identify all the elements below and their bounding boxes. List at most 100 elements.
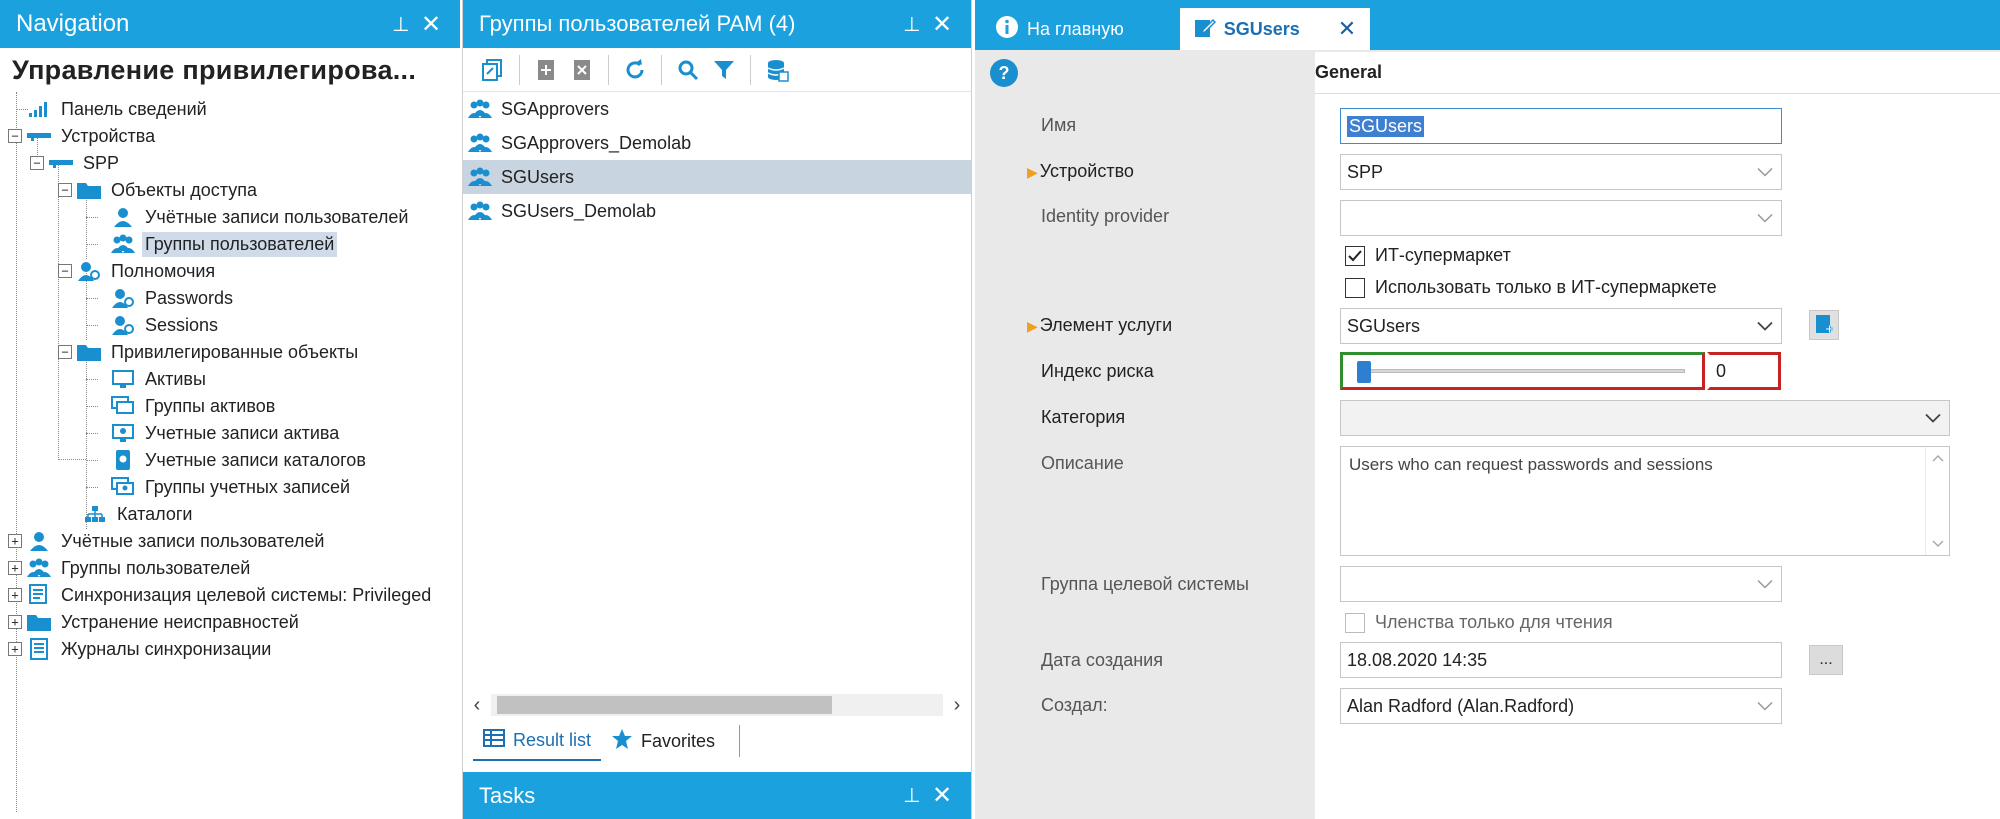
expand-icon[interactable]: +	[8, 534, 22, 548]
label-service-item-text: Элемент услуги	[1039, 315, 1173, 335]
collapse-icon[interactable]: −	[8, 129, 22, 143]
device-value: SPP	[1347, 161, 1384, 182]
add-icon[interactable]	[530, 54, 562, 86]
vertical-scrollbar[interactable]	[1925, 447, 1949, 555]
label-created-by: Создал:	[1041, 695, 1108, 715]
target-group-select[interactable]	[1340, 566, 1782, 602]
scroll-thumb[interactable]	[497, 696, 832, 714]
checkbox-readonly-membership[interactable]: Членства только для чтения	[1345, 612, 1613, 633]
created-by-value: Alan Radford (Alan.Radford)	[1347, 695, 1575, 716]
help-icon[interactable]: ?	[989, 58, 1019, 93]
list-item[interactable]: SGUsers_Demolab	[463, 194, 971, 228]
checkbox-only-it-shop[interactable]: Использовать только в ИТ-супермаркете	[1345, 277, 1717, 298]
chevron-down-icon[interactable]	[1757, 574, 1773, 595]
horizontal-scrollbar[interactable]: ‹ ›	[463, 690, 971, 720]
close-tab-icon[interactable]: ✕	[1338, 16, 1356, 42]
grid-icon	[483, 728, 505, 752]
list-item[interactable]: SGApprovers_Demolab	[463, 126, 971, 160]
svg-text:?: ?	[999, 63, 1010, 83]
folder-icon	[26, 611, 52, 633]
label-service-item: ▶ Элемент услуги	[1027, 315, 1172, 336]
open-icon[interactable]	[477, 54, 509, 86]
tab-home[interactable]: На главную	[981, 8, 1138, 50]
tree-item-privileged-objects[interactable]: − Привилегированные объекты	[58, 335, 361, 369]
service-item-select[interactable]: SGUsers	[1340, 308, 1782, 344]
delete-icon[interactable]	[566, 54, 598, 86]
collapse-icon[interactable]: −	[30, 156, 44, 170]
pin-icon[interactable]: ⊥	[386, 12, 416, 37]
device-icon	[48, 152, 74, 174]
tab-result-list[interactable]: Result list	[473, 721, 602, 761]
checkbox-unchecked-icon[interactable]	[1345, 612, 1365, 633]
description-textarea[interactable]: Users who can request passwords and sess…	[1340, 446, 1950, 556]
close-icon[interactable]: ✕	[927, 10, 957, 39]
tab-label: SGUsers	[1223, 18, 1300, 39]
device-select[interactable]: SPP	[1340, 154, 1782, 190]
close-icon[interactable]: ✕	[416, 10, 446, 39]
tree-item-label: Полномочия	[111, 260, 216, 281]
scroll-left-icon[interactable]: ‹	[463, 694, 491, 717]
results-toolbar	[463, 48, 971, 92]
tree-item-label: Устранение неисправностей	[61, 611, 299, 632]
expand-icon[interactable]: +	[8, 561, 22, 575]
name-value: SGUsers	[1347, 115, 1425, 137]
expand-icon[interactable]: +	[8, 615, 22, 629]
list-item-label: SGApprovers	[501, 98, 610, 119]
collapse-icon[interactable]: −	[58, 264, 72, 278]
slider-thumb[interactable]	[1357, 361, 1371, 383]
label-device-text: Устройство	[1039, 161, 1134, 181]
name-field[interactable]: SGUsers	[1340, 108, 1782, 144]
scroll-right-icon[interactable]: ›	[943, 694, 971, 717]
checkbox-unchecked-icon[interactable]	[1345, 277, 1365, 298]
checkbox-it-shop[interactable]: ИТ-супермаркет	[1345, 245, 1511, 266]
expand-icon[interactable]: +	[8, 588, 22, 602]
log-icon	[26, 638, 52, 660]
refresh-icon[interactable]	[619, 54, 651, 86]
collapse-icon[interactable]: −	[58, 183, 72, 197]
tree-item-label: Каталоги	[117, 503, 193, 524]
tree-item-label: Sessions	[145, 314, 219, 335]
pin-icon[interactable]: ⊥	[897, 783, 927, 808]
tree-item-label: Группы учетных записей	[145, 476, 351, 497]
created-date-field[interactable]: 18.08.2020 14:35	[1340, 642, 1782, 678]
list-item[interactable]: SGApprovers	[463, 92, 971, 126]
expand-icon[interactable]: +	[8, 642, 22, 656]
tree-item-label: Учётные записи пользователей	[145, 206, 409, 227]
created-by-select[interactable]: Alan Radford (Alan.Radford)	[1340, 688, 1782, 724]
identity-provider-select[interactable]	[1340, 200, 1782, 236]
tree-item-sync-logs[interactable]: + Журналы синхронизации	[8, 632, 274, 666]
filter-icon[interactable]	[708, 54, 740, 86]
checkbox-checked-icon[interactable]	[1345, 245, 1365, 266]
add-service-item-button[interactable]	[1809, 310, 1839, 340]
search-icon[interactable]	[672, 54, 704, 86]
navigation-pane: Navigation ⊥ ✕ Управление привилегирова.…	[0, 0, 460, 819]
tab-favorites[interactable]: Favorites	[601, 721, 750, 761]
close-icon[interactable]: ✕	[927, 781, 957, 810]
chevron-down-icon[interactable]	[1757, 208, 1773, 229]
category-select[interactable]	[1340, 400, 1950, 436]
chevron-down-icon[interactable]	[1757, 162, 1773, 183]
tree-item-label: Объекты доступа	[111, 179, 257, 200]
scroll-track[interactable]	[491, 694, 943, 716]
monitor-group-icon	[110, 395, 136, 417]
tab-sgusers[interactable]: SGUsers ✕	[1179, 8, 1371, 50]
chevron-down-icon[interactable]	[1757, 316, 1773, 337]
app-window: Navigation ⊥ ✕ Управление привилегирова.…	[0, 0, 2000, 819]
tree-item-label: Группы активов	[145, 395, 276, 416]
date-picker-button[interactable]: ...	[1809, 645, 1843, 675]
tree-item-label: Панель сведений	[61, 98, 207, 119]
user-group-icon	[110, 233, 136, 255]
chevron-down-icon[interactable]	[1757, 696, 1773, 717]
slider-track	[1357, 369, 1685, 373]
detail-pane: На главную SGUsers ✕ ? General Имя SGUse…	[975, 0, 2000, 819]
list-item-selected[interactable]: SGUsers	[463, 160, 971, 194]
pin-icon[interactable]: ⊥	[897, 12, 927, 37]
chevron-down-icon[interactable]	[1925, 408, 1941, 429]
session-icon	[110, 314, 136, 336]
user-group-icon	[26, 557, 52, 579]
results-list: SGApprovers SGApprovers_Demolab SGUsers …	[463, 92, 971, 682]
collapse-icon[interactable]: −	[58, 345, 72, 359]
risk-index-value[interactable]: 0	[1707, 352, 1781, 390]
database-icon[interactable]	[761, 54, 793, 86]
risk-index-slider[interactable]	[1340, 352, 1705, 390]
